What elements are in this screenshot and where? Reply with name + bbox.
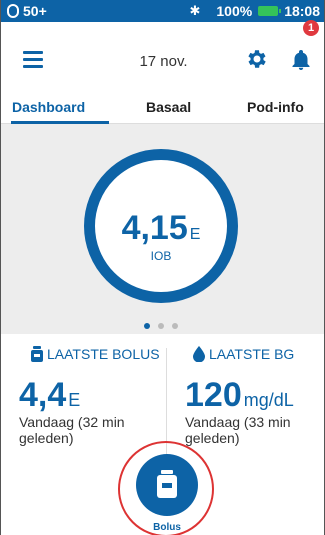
vial-icon [157, 470, 177, 498]
iob-value: 4,15 [121, 209, 188, 247]
last-bg-title-text: LAATSTE BG [209, 346, 295, 362]
status-bar: 50+ ✱ 100% 18:08 [1, 0, 324, 22]
dashboard-panel: 4,15 E IOB [1, 124, 324, 334]
tab-dashboard[interactable]: Dashboard [12, 99, 85, 115]
last-bg-title: LAATSTE BG [193, 346, 294, 362]
last-bolus-title: LAATSTE BOLUS [31, 346, 160, 362]
last-bg-detail: Vandaag (33 min geleden) [185, 414, 291, 446]
tab-bar: Dashboard Basaal Pod-info [1, 90, 324, 124]
battery-icon [258, 6, 282, 16]
iob-label: IOB [150, 249, 172, 263]
bolus-button-label: Bolus [153, 522, 181, 533]
last-bolus-unit: E [68, 390, 81, 410]
app-header: 17 nov. 1 [1, 20, 324, 90]
battery-percent: 100% [216, 3, 253, 19]
status-right: ✱ 100% 18:08 [189, 3, 320, 19]
iob-ring: 4,15 E IOB [84, 149, 238, 303]
iob-unit: E [189, 226, 201, 243]
page-dot-1[interactable] [144, 323, 150, 329]
header-date: 17 nov. [139, 53, 188, 70]
clock: 18:08 [284, 3, 320, 19]
iob-value-row: 4,15 E [84, 209, 238, 248]
page-dot-3[interactable] [172, 323, 178, 329]
last-bolus-detail: Vandaag (32 min geleden) [19, 414, 125, 446]
pod-status-icon [7, 4, 19, 18]
page-dot-2[interactable] [158, 323, 164, 329]
bolus-button[interactable] [136, 454, 198, 516]
app-screen: 50+ ✱ 100% 18:08 17 nov. 1 Dashboard Bas… [0, 0, 325, 535]
notification-badge: 1 [303, 20, 319, 36]
gear-icon[interactable] [245, 47, 269, 71]
last-bolus-title-text: LAATSTE BOLUS [47, 346, 160, 362]
page-indicator[interactable] [144, 323, 178, 329]
last-bg-value-row: 120 mg/dL [185, 376, 294, 415]
last-bolus-value: 4,4 [19, 376, 67, 414]
status-left-text: 50+ [23, 3, 47, 19]
status-left: 50+ [7, 3, 47, 19]
bluetooth-icon: ✱ [189, 3, 201, 18]
vial-icon [31, 346, 43, 362]
last-bg-unit: mg/dL [243, 390, 294, 410]
blood-drop-icon [193, 346, 205, 362]
last-bg-value: 120 [185, 376, 242, 414]
tab-pod-info[interactable]: Pod-info [247, 99, 304, 115]
bell-icon[interactable] [289, 48, 313, 72]
tab-basaal[interactable]: Basaal [146, 99, 191, 115]
last-bolus-value-row: 4,4 E [19, 376, 80, 415]
